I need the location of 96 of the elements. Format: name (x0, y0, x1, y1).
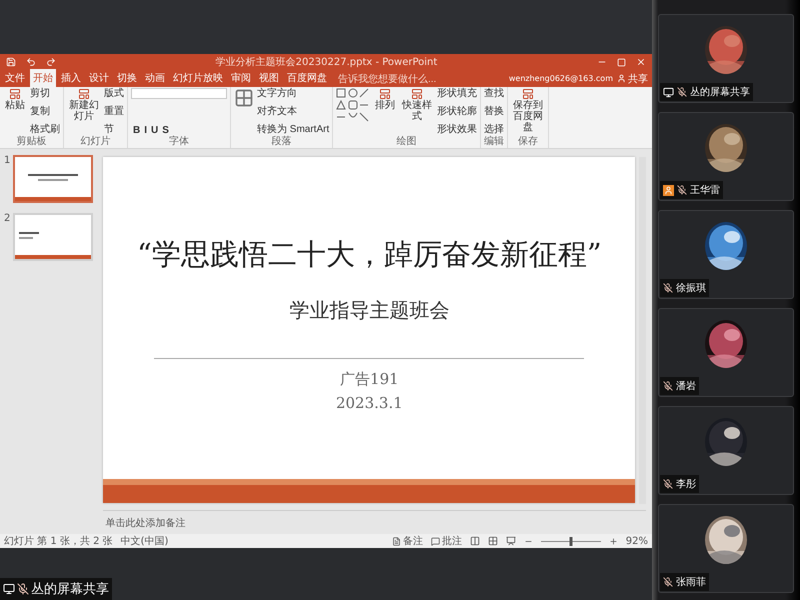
ribbon-button[interactable]: 保存到百度网盘 (511, 88, 546, 136)
participant-tile[interactable]: 王华雷 (658, 112, 794, 201)
participant-name: 李彤 (676, 478, 696, 491)
redo-icon (46, 57, 56, 67)
screen-share-icon (663, 86, 674, 98)
ribbon-tab[interactable]: 插入 (58, 69, 84, 87)
ribbon-button[interactable]: 对齐文本 (257, 106, 330, 118)
format-button[interactable]: B (131, 125, 142, 136)
ribbon-button[interactable]: 形状轮廓 (437, 106, 478, 118)
ribbon-button[interactable]: 格式刷 (30, 124, 60, 136)
ribbon-button[interactable]: 快速样式 (400, 88, 434, 136)
participant-tile[interactable]: 徐振琪 (658, 210, 794, 299)
slide-count: 幻灯片 第 1 张，共 2 张 (4, 534, 113, 548)
ribbon-tab[interactable]: 开始 (30, 69, 56, 87)
participant-name: 丛的屏幕共享 (690, 86, 750, 99)
ribbon-button[interactable]: 重置 (104, 106, 124, 118)
window-title: 学业分析主题班会20230227.pptx - PowerPoint (214, 56, 438, 69)
slide-thumbnail[interactable] (13, 213, 94, 261)
ribbon-button[interactable]: 排列 (373, 88, 398, 136)
maximize-icon (617, 58, 626, 66)
account-email: wenzheng0626@163.com (508, 74, 613, 83)
group-label: 编辑 (484, 136, 504, 148)
slide-date: 2023.3.1 (336, 393, 403, 414)
ribbon-tab[interactable]: 动画 (142, 69, 168, 87)
screen-share-icon (3, 583, 15, 595)
font-field[interactable] (131, 88, 227, 99)
mic-off-icon (17, 583, 29, 595)
slide-sorter-icon (488, 536, 498, 546)
slide-subtitle: 学业指导主题班会 (289, 297, 450, 324)
notes-button[interactable]: 备注 (392, 534, 423, 548)
ribbon-button[interactable]: 替换 (484, 106, 504, 118)
notes-icon (392, 536, 401, 546)
notes-placeholder[interactable]: 单击此处添加备注 (105, 516, 186, 530)
language-indicator: 中文(中国) (120, 534, 168, 548)
shapes-gallery-icon[interactable] (336, 88, 370, 122)
undo-icon (26, 57, 36, 67)
ribbon-button[interactable]: 形状填充 (437, 88, 478, 100)
close-icon (636, 57, 646, 67)
format-button[interactable]: S (160, 125, 171, 136)
ribbon-button[interactable]: 复制 (30, 106, 60, 118)
ribbon-tab[interactable]: 视图 (256, 69, 282, 87)
ribbon-button[interactable]: 剪切 (30, 88, 60, 100)
ribbon-button[interactable]: 选择 (484, 124, 504, 136)
participant-name: 徐振琪 (676, 282, 706, 295)
format-button[interactable]: I (142, 125, 150, 136)
slide-number: 2 (4, 213, 10, 226)
mic-off-icon (677, 87, 687, 97)
normal-view-icon (470, 536, 480, 546)
user-icon (663, 184, 674, 196)
paragraph-align-icon[interactable] (234, 88, 254, 108)
ribbon-tab[interactable]: 文件 (2, 69, 28, 87)
ribbon-button[interactable]: 查找 (484, 88, 504, 100)
slide-thumbnail[interactable] (13, 155, 94, 203)
mic-off-icon (663, 577, 673, 587)
layout-icon (78, 88, 90, 100)
mic-off-icon (663, 479, 673, 489)
slide-number: 1 (4, 155, 10, 168)
ribbon-tab[interactable]: 百度网盘 (284, 69, 330, 87)
participant-name: 王华雷 (690, 184, 720, 197)
participant-name: 张雨菲 (676, 576, 706, 589)
format-button[interactable]: U (149, 125, 160, 136)
participant-name: 潘岩 (676, 380, 696, 393)
mic-off-icon (663, 283, 673, 293)
sharer-name: 丛的屏幕共享 (31, 581, 109, 598)
ribbon-tab[interactable]: 审阅 (228, 69, 254, 87)
ribbon-tab[interactable]: 幻灯片放映 (170, 69, 226, 87)
mic-off-icon (677, 185, 687, 195)
slideshow-icon (506, 536, 516, 546)
ribbon-button[interactable]: 节 (104, 124, 124, 136)
layout-icon (522, 88, 534, 100)
participant-tile[interactable]: 李彤 (658, 406, 794, 495)
comment-icon (430, 536, 440, 546)
save-icon (6, 57, 16, 67)
ribbon-button[interactable]: 形状效果 (437, 124, 478, 136)
ribbon-button[interactable]: 版式 (104, 88, 124, 100)
participant-tile[interactable]: 潘岩 (658, 308, 794, 397)
layout-icon (411, 88, 424, 100)
ribbon-tab[interactable]: 切换 (114, 69, 140, 87)
zoom-in-icon (608, 536, 618, 546)
ribbon-button[interactable]: 粘贴 (3, 88, 27, 136)
layout-icon (379, 88, 392, 100)
mic-off-icon (663, 381, 673, 391)
tell-me-field[interactable]: 告诉我您想要做什么... (336, 72, 454, 86)
participant-tile[interactable]: 张雨菲 (658, 504, 794, 593)
ribbon-button[interactable]: 转换为 SmartArt (257, 124, 330, 136)
ribbon-button[interactable]: 新建幻灯片 (67, 88, 101, 136)
comments-button[interactable]: 批注 (430, 534, 462, 548)
zoom-level: 92% (626, 536, 648, 546)
share-button[interactable]: 共享 (615, 72, 650, 86)
slide-title: “学思践悟二十大，踔厉奋发新征程” (137, 236, 602, 273)
ribbon-button[interactable]: 文字方向 (257, 88, 330, 100)
participant-tile[interactable]: 丛的屏幕共享 (658, 14, 794, 103)
layout-icon (9, 88, 21, 100)
user-icon (617, 74, 626, 83)
class-name: 广告191 (340, 369, 399, 390)
ribbon-tab[interactable]: 设计 (86, 69, 112, 87)
